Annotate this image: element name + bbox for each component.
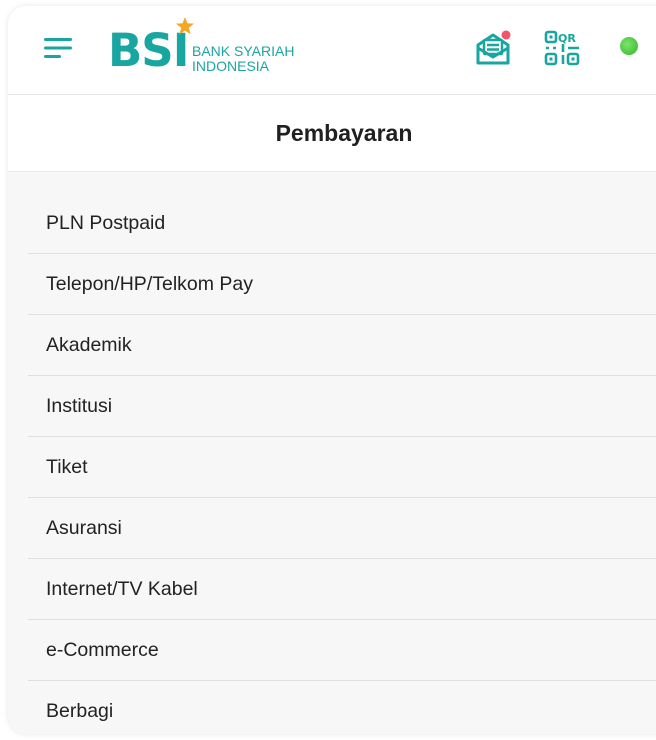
list-item-e-commerce[interactable]: e-Commerce <box>28 620 656 681</box>
bsi-logo: BSI BANK SYARIAH INDONESIA <box>108 16 308 80</box>
top-app-bar: BSI BANK SYARIAH INDONESIA QR <box>8 6 656 95</box>
payment-category-list: PLN Postpaid Telepon/HP/Telkom Pay Akade… <box>28 193 656 734</box>
menu-icon[interactable] <box>41 31 75 65</box>
logo-text: BANK SYARIAH INDONESIA <box>192 44 294 74</box>
logo-text-line2: INDONESIA <box>192 58 270 74</box>
star-icon <box>176 17 194 35</box>
list-item-berbagi[interactable]: Berbagi <box>28 681 656 734</box>
online-status-dot <box>620 37 638 55</box>
qr-label: QR <box>558 32 576 45</box>
page-title: Pembayaran <box>275 120 413 146</box>
list-item-asuransi[interactable]: Asuransi <box>28 498 656 559</box>
list-item-internet-tv-kabel[interactable]: Internet/TV Kabel <box>28 559 656 620</box>
list-item-tiket[interactable]: Tiket <box>28 437 656 498</box>
page-header: Pembayaran <box>8 95 656 172</box>
logo-text-line1: BANK SYARIAH <box>192 43 295 59</box>
list-item-institusi[interactable]: Institusi <box>28 376 656 437</box>
list-item-akademik[interactable]: Akademik <box>28 315 656 376</box>
app-frame: BSI BANK SYARIAH INDONESIA QR Pembayaran… <box>8 6 656 734</box>
mail-icon[interactable] <box>473 28 513 68</box>
list-item-telepon-hp-telkom-pay[interactable]: Telepon/HP/Telkom Pay <box>28 254 656 315</box>
notification-dot <box>501 30 511 40</box>
qr-icon[interactable]: QR <box>543 28 583 68</box>
list-item-pln-postpaid[interactable]: PLN Postpaid <box>28 193 656 254</box>
